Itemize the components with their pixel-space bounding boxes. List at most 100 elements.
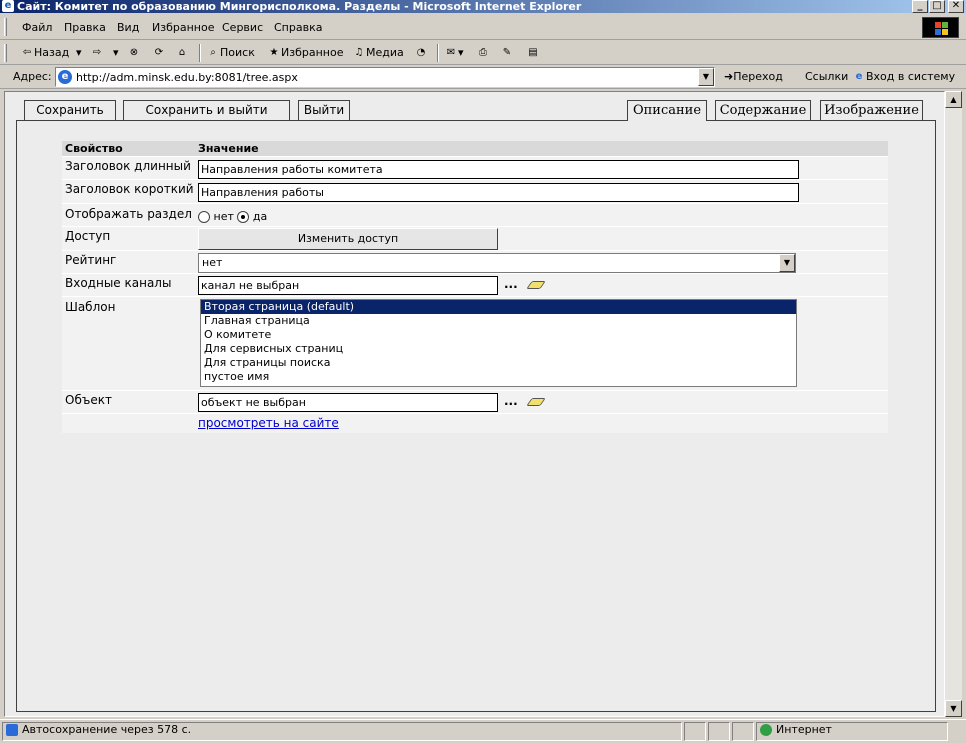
mail-icon: ✉ — [446, 47, 456, 58]
stop-icon: ⊗ — [129, 47, 139, 58]
back-button[interactable]: ⇦ Назад — [20, 45, 69, 61]
address-bar: Адрес: e http://adm.minsk.edu.by:8081/tr… — [0, 66, 966, 89]
short-title-input[interactable]: Направления работы — [198, 183, 799, 202]
save-button[interactable]: Сохранить — [24, 100, 116, 120]
stop-button[interactable]: ⊗ — [127, 45, 141, 61]
list-item[interactable]: Для страницы поиска — [201, 356, 796, 370]
search-label: Поиск — [220, 46, 255, 59]
template-label: Шаблон — [65, 300, 116, 314]
address-input[interactable]: e http://adm.minsk.edu.by:8081/tree.aspx… — [55, 67, 715, 87]
list-item[interactable]: О комитете — [201, 328, 796, 342]
menu-tools[interactable]: Сервис — [222, 21, 263, 34]
list-item[interactable]: пустое имя — [201, 370, 796, 384]
radio-yes[interactable] — [237, 211, 250, 223]
go-label: Переход — [733, 70, 783, 83]
home-button[interactable]: ⌂ — [175, 45, 189, 61]
object-clear-eraser-icon[interactable] — [526, 398, 546, 406]
status-bar: Автосохранение через 578 с. Интернет — [0, 719, 966, 743]
forward-button[interactable]: ⇨ — [90, 45, 104, 61]
tab-image[interactable]: Изображение — [820, 100, 923, 120]
page-content: Сохранить Сохранить и выйти Выйти Описан… — [4, 91, 945, 717]
go-button[interactable]: ➜Переход — [724, 70, 783, 83]
forward-dropdown-icon[interactable]: ▾ — [113, 45, 119, 61]
tab-description[interactable]: Описание — [627, 100, 707, 121]
favorites-button[interactable]: ★ Избранное — [267, 45, 344, 61]
chevron-down-icon[interactable]: ▼ — [779, 254, 795, 272]
table-row: Отображать раздел нет да — [62, 204, 888, 227]
search-button[interactable]: ⌕ Поиск — [206, 45, 255, 61]
object-browse-button[interactable]: ... — [504, 394, 518, 408]
login-link[interactable]: e Вход в систему — [852, 70, 956, 84]
change-access-button[interactable]: Изменить доступ — [198, 228, 498, 250]
menu-edit[interactable]: Правка — [64, 21, 106, 34]
window-title: Сайт: Комитет по образованию Мингориспол… — [17, 0, 582, 13]
go-arrow-icon: ➜ — [724, 70, 734, 83]
globe-icon — [760, 724, 772, 736]
address-dropdown-icon[interactable]: ▼ — [698, 68, 714, 86]
minimize-button[interactable]: _ — [912, 0, 928, 13]
mail-button[interactable]: ✉ ▾ — [444, 45, 464, 61]
discuss-button[interactable]: ▤ — [526, 45, 540, 61]
zone-label: Интернет — [776, 723, 832, 736]
history-button[interactable]: ◔ — [414, 45, 428, 61]
status-text: Автосохранение через 578 с. — [6, 723, 191, 736]
tab-content[interactable]: Содержание — [715, 100, 811, 120]
vertical-scrollbar[interactable]: ▲ ▼ — [945, 91, 962, 717]
status-cell — [684, 722, 706, 741]
back-label: Назад — [34, 46, 70, 59]
maximize-button[interactable]: □ — [929, 0, 945, 13]
template-listbox[interactable]: Вторая страница (default) Главная страни… — [200, 299, 797, 387]
address-url[interactable]: http://adm.minsk.edu.by:8081/tree.aspx — [76, 71, 298, 84]
edit-button[interactable]: ✎ — [500, 45, 514, 61]
table-row: Заголовок длинный Направления работы ком… — [62, 157, 888, 180]
exit-button[interactable]: Выйти — [298, 100, 350, 120]
long-title-label: Заголовок длинный — [65, 159, 191, 173]
menu-favorites[interactable]: Избранное — [152, 21, 214, 34]
table-row: Шаблон Вторая страница (default) Главная… — [62, 297, 888, 391]
toolbar-grip — [4, 44, 7, 62]
favorites-label: Избранное — [281, 46, 344, 59]
menu-view[interactable]: Вид — [117, 21, 139, 34]
radio-no-label: нет — [213, 210, 234, 223]
status-cell — [732, 722, 754, 741]
login-label: Вход в систему — [866, 70, 956, 83]
list-item[interactable]: Вторая страница (default) — [201, 300, 796, 314]
menu-grip — [4, 18, 7, 36]
list-item[interactable]: Главная страница — [201, 314, 796, 328]
scroll-up-icon[interactable]: ▲ — [945, 91, 962, 108]
ie-logo-icon: e — [2, 0, 14, 12]
close-button[interactable]: ✕ — [948, 0, 964, 13]
view-on-site-link[interactable]: просмотреть на сайте — [198, 416, 339, 430]
media-button[interactable]: ♫ Медиа — [352, 45, 404, 61]
channels-clear-eraser-icon[interactable] — [526, 281, 546, 289]
table-row: Входные каналы канал не выбран ... — [62, 274, 888, 297]
header-value: Значение — [198, 142, 259, 155]
rating-select[interactable]: нет ▼ — [198, 253, 796, 273]
page-status-icon — [6, 724, 18, 736]
menu-help[interactable]: Справка — [274, 21, 322, 34]
radio-no[interactable] — [198, 211, 210, 223]
show-section-label: Отображать раздел — [65, 207, 192, 221]
save-and-exit-button[interactable]: Сохранить и выйти — [123, 100, 290, 120]
list-item[interactable]: Для сервисных страниц — [201, 342, 796, 356]
address-label: Адрес: — [13, 70, 52, 83]
back-dropdown-icon[interactable]: ▾ — [76, 45, 82, 61]
channels-browse-button[interactable]: ... — [504, 277, 518, 291]
refresh-icon: ⟳ — [154, 47, 164, 58]
long-title-input[interactable]: Направления работы комитета — [198, 160, 799, 179]
page-icon: ▤ — [528, 47, 538, 58]
menu-file[interactable]: Файл — [22, 21, 52, 34]
links-button[interactable]: Ссылки — [805, 70, 848, 83]
ie-page-icon: e — [58, 70, 72, 84]
channels-input[interactable]: канал не выбран — [198, 276, 498, 295]
object-input[interactable]: объект не выбран — [198, 393, 498, 412]
table-row: Доступ Изменить доступ — [62, 227, 888, 251]
media-label: Медиа — [366, 46, 404, 59]
rating-value: нет — [202, 256, 223, 269]
title-bar: e Сайт: Комитет по образованию Мингорисп… — [0, 0, 966, 13]
menu-bar: Файл Правка Вид Избранное Сервис Справка — [0, 14, 966, 40]
properties-table: Свойство Значение Заголовок длинный Напр… — [62, 141, 888, 433]
scroll-down-icon[interactable]: ▼ — [945, 700, 962, 717]
print-button[interactable]: ⎙ — [476, 45, 490, 61]
refresh-button[interactable]: ⟳ — [152, 45, 166, 61]
